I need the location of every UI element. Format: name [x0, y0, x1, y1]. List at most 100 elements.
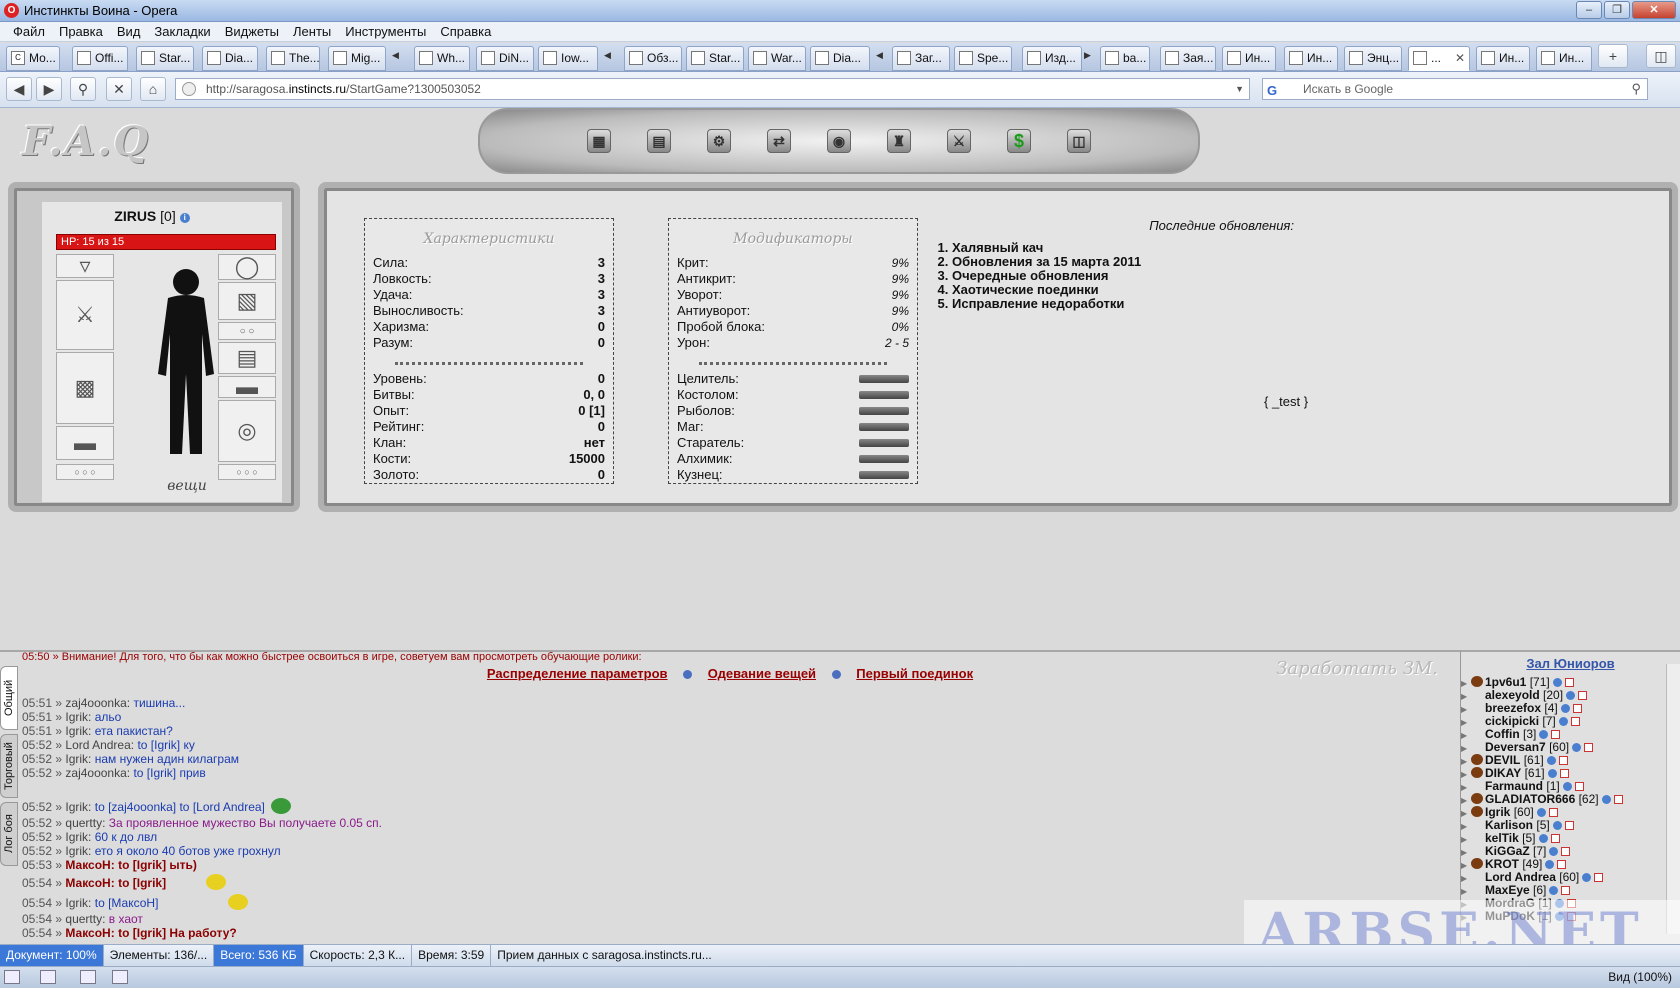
faq-logo[interactable]: F.A.Q: [22, 118, 150, 165]
info-icon[interactable]: i: [179, 213, 190, 223]
private-message-icon[interactable]: [1584, 743, 1594, 752]
private-message-icon[interactable]: [1578, 691, 1588, 700]
browser-tab[interactable]: War...: [748, 46, 806, 71]
user-nick[interactable]: breezefox: [1485, 701, 1541, 715]
private-message-icon[interactable]: [1561, 847, 1571, 856]
browser-tab[interactable]: Ин...: [1536, 46, 1592, 71]
tab-group-arrow-icon[interactable]: ◀: [392, 50, 400, 64]
browser-tab[interactable]: Обз...: [624, 46, 682, 71]
msg-nick[interactable]: quertty:: [65, 816, 105, 830]
info-icon[interactable]: [1560, 704, 1570, 713]
msg-nick[interactable]: zaj4ooonka:: [65, 766, 130, 780]
update-link[interactable]: Очередные обновления: [952, 269, 1354, 283]
bracers-slot-icon[interactable]: ○ ○: [218, 322, 276, 340]
browser-tab[interactable]: Изд...: [1022, 46, 1082, 71]
browser-tab[interactable]: The...: [266, 46, 320, 71]
tab-group-arrow-icon[interactable]: ▶: [1084, 50, 1092, 64]
ring-slots-icon[interactable]: ○ ○ ○: [56, 464, 114, 480]
info-icon[interactable]: [1572, 743, 1582, 752]
browser-tab[interactable]: Dia...: [810, 46, 870, 71]
info-icon[interactable]: [1549, 847, 1559, 856]
menu-feeds[interactable]: Ленты: [286, 22, 338, 41]
private-message-icon[interactable]: [1550, 834, 1560, 843]
user-nick[interactable]: alexeyold: [1485, 688, 1540, 702]
shield-slot-icon[interactable]: ◎: [218, 400, 276, 462]
menu-help[interactable]: Справка: [433, 22, 498, 41]
map-icon[interactable]: ◉: [827, 129, 851, 153]
private-message-icon[interactable]: [1548, 808, 1558, 817]
browser-tab[interactable]: ba...: [1100, 46, 1150, 71]
info-icon[interactable]: [1536, 808, 1546, 817]
gear-icon[interactable]: ⚙: [707, 129, 731, 153]
google-icon[interactable]: G: [1267, 81, 1277, 101]
browser-tab[interactable]: Spe...: [954, 46, 1012, 71]
user-nick[interactable]: KiGGaZ: [1485, 844, 1530, 858]
tutorial-link-first-fight[interactable]: Первый поединок: [856, 666, 973, 681]
user-nick[interactable]: kelTik: [1485, 831, 1519, 845]
browser-tab[interactable]: Ин...: [1222, 46, 1276, 71]
info-icon[interactable]: [1549, 886, 1559, 895]
turbo-icon[interactable]: [112, 970, 128, 984]
msg-nick[interactable]: Igrik:: [65, 800, 91, 814]
msg-nick[interactable]: Igrik:: [65, 896, 91, 910]
stats-icon[interactable]: ▦: [587, 129, 611, 153]
url-input[interactable]: http://saragosa.instincts.ru/StartGame?1…: [175, 78, 1250, 100]
info-icon[interactable]: [1562, 782, 1572, 791]
private-message-icon[interactable]: [1558, 756, 1568, 765]
weapon-slot-icon[interactable]: ⚔: [56, 280, 114, 350]
search-icon[interactable]: ⚲: [1631, 79, 1641, 99]
private-message-icon[interactable]: [1570, 717, 1580, 726]
private-message-icon[interactable]: [1572, 704, 1582, 713]
user-nick[interactable]: Farmaund: [1485, 779, 1543, 793]
info-icon[interactable]: [1539, 730, 1549, 739]
user-nick[interactable]: MaxEye: [1485, 883, 1530, 897]
menu-tools[interactable]: Инструменты: [338, 22, 433, 41]
panel-toggle-icon[interactable]: [4, 970, 20, 984]
armor-slot-icon[interactable]: ▩: [56, 352, 114, 424]
browser-tab[interactable]: DiN...: [476, 46, 534, 71]
msg-nick[interactable]: Igrik:: [65, 752, 91, 766]
update-link[interactable]: Хаотические поединки: [952, 283, 1354, 297]
browser-tab[interactable]: Ин...: [1476, 46, 1530, 71]
trash-icon[interactable]: ◫: [1646, 44, 1676, 68]
castle-icon[interactable]: ♜: [887, 129, 911, 153]
user-nick[interactable]: GLADIATOR666: [1485, 792, 1575, 806]
boots-slot-icon[interactable]: ▬: [218, 374, 276, 399]
userlist-scrollbar[interactable]: [1666, 664, 1680, 934]
private-message-icon[interactable]: [1613, 795, 1623, 804]
info-icon[interactable]: [1566, 691, 1576, 700]
user-nick[interactable]: Coffin: [1485, 727, 1520, 741]
private-message-icon[interactable]: [1559, 769, 1569, 778]
private-message-icon[interactable]: [1564, 821, 1574, 830]
msg-nick[interactable]: Igrik:: [65, 710, 91, 724]
book-icon[interactable]: ▤: [647, 129, 671, 153]
info-icon[interactable]: [1552, 821, 1562, 830]
close-window-button[interactable]: ✕: [1632, 1, 1676, 19]
things-label[interactable]: вещи: [142, 478, 232, 494]
private-message-icon[interactable]: [1574, 782, 1584, 791]
gloves-slot-icon[interactable]: ▧: [218, 282, 276, 320]
chat-tab-battle-log[interactable]: Лог боя: [0, 802, 18, 866]
door-exit-icon[interactable]: ◫: [1067, 129, 1091, 153]
user-nick[interactable]: Lord Andrea: [1485, 870, 1556, 884]
browser-tab[interactable]: Wh...: [414, 46, 470, 71]
msg-nick[interactable]: zaj4ooonka:: [65, 696, 130, 710]
browser-tab[interactable]: Зая...: [1160, 46, 1216, 71]
tab-group-arrow-icon[interactable]: ◀: [876, 50, 884, 64]
tutorial-link-params[interactable]: Распределение параметров: [487, 666, 668, 681]
update-link[interactable]: Обновления за 15 марта 2011: [952, 255, 1354, 269]
hall-title[interactable]: Зал Юниоров: [1461, 656, 1680, 671]
browser-tab[interactable]: C Мо...: [6, 46, 60, 71]
new-tab-button[interactable]: +: [1598, 44, 1628, 68]
zoom-control[interactable]: Вид (100%): [1608, 967, 1672, 987]
chat-tab-trade[interactable]: Торговый: [0, 734, 18, 798]
home-button[interactable]: ⌂: [140, 77, 166, 101]
user-nick[interactable]: KROT: [1485, 857, 1519, 871]
menu-widgets[interactable]: Виджеты: [218, 22, 286, 41]
browser-tab[interactable]: Dia...: [202, 46, 258, 71]
pants-slot-icon[interactable]: ▤: [218, 342, 276, 374]
amulet-slot-icon[interactable]: ◯: [218, 254, 276, 280]
browser-tab[interactable]: Энц...: [1344, 46, 1402, 71]
tab-close-icon[interactable]: ✕: [1455, 47, 1465, 69]
sync-icon[interactable]: [40, 970, 56, 984]
